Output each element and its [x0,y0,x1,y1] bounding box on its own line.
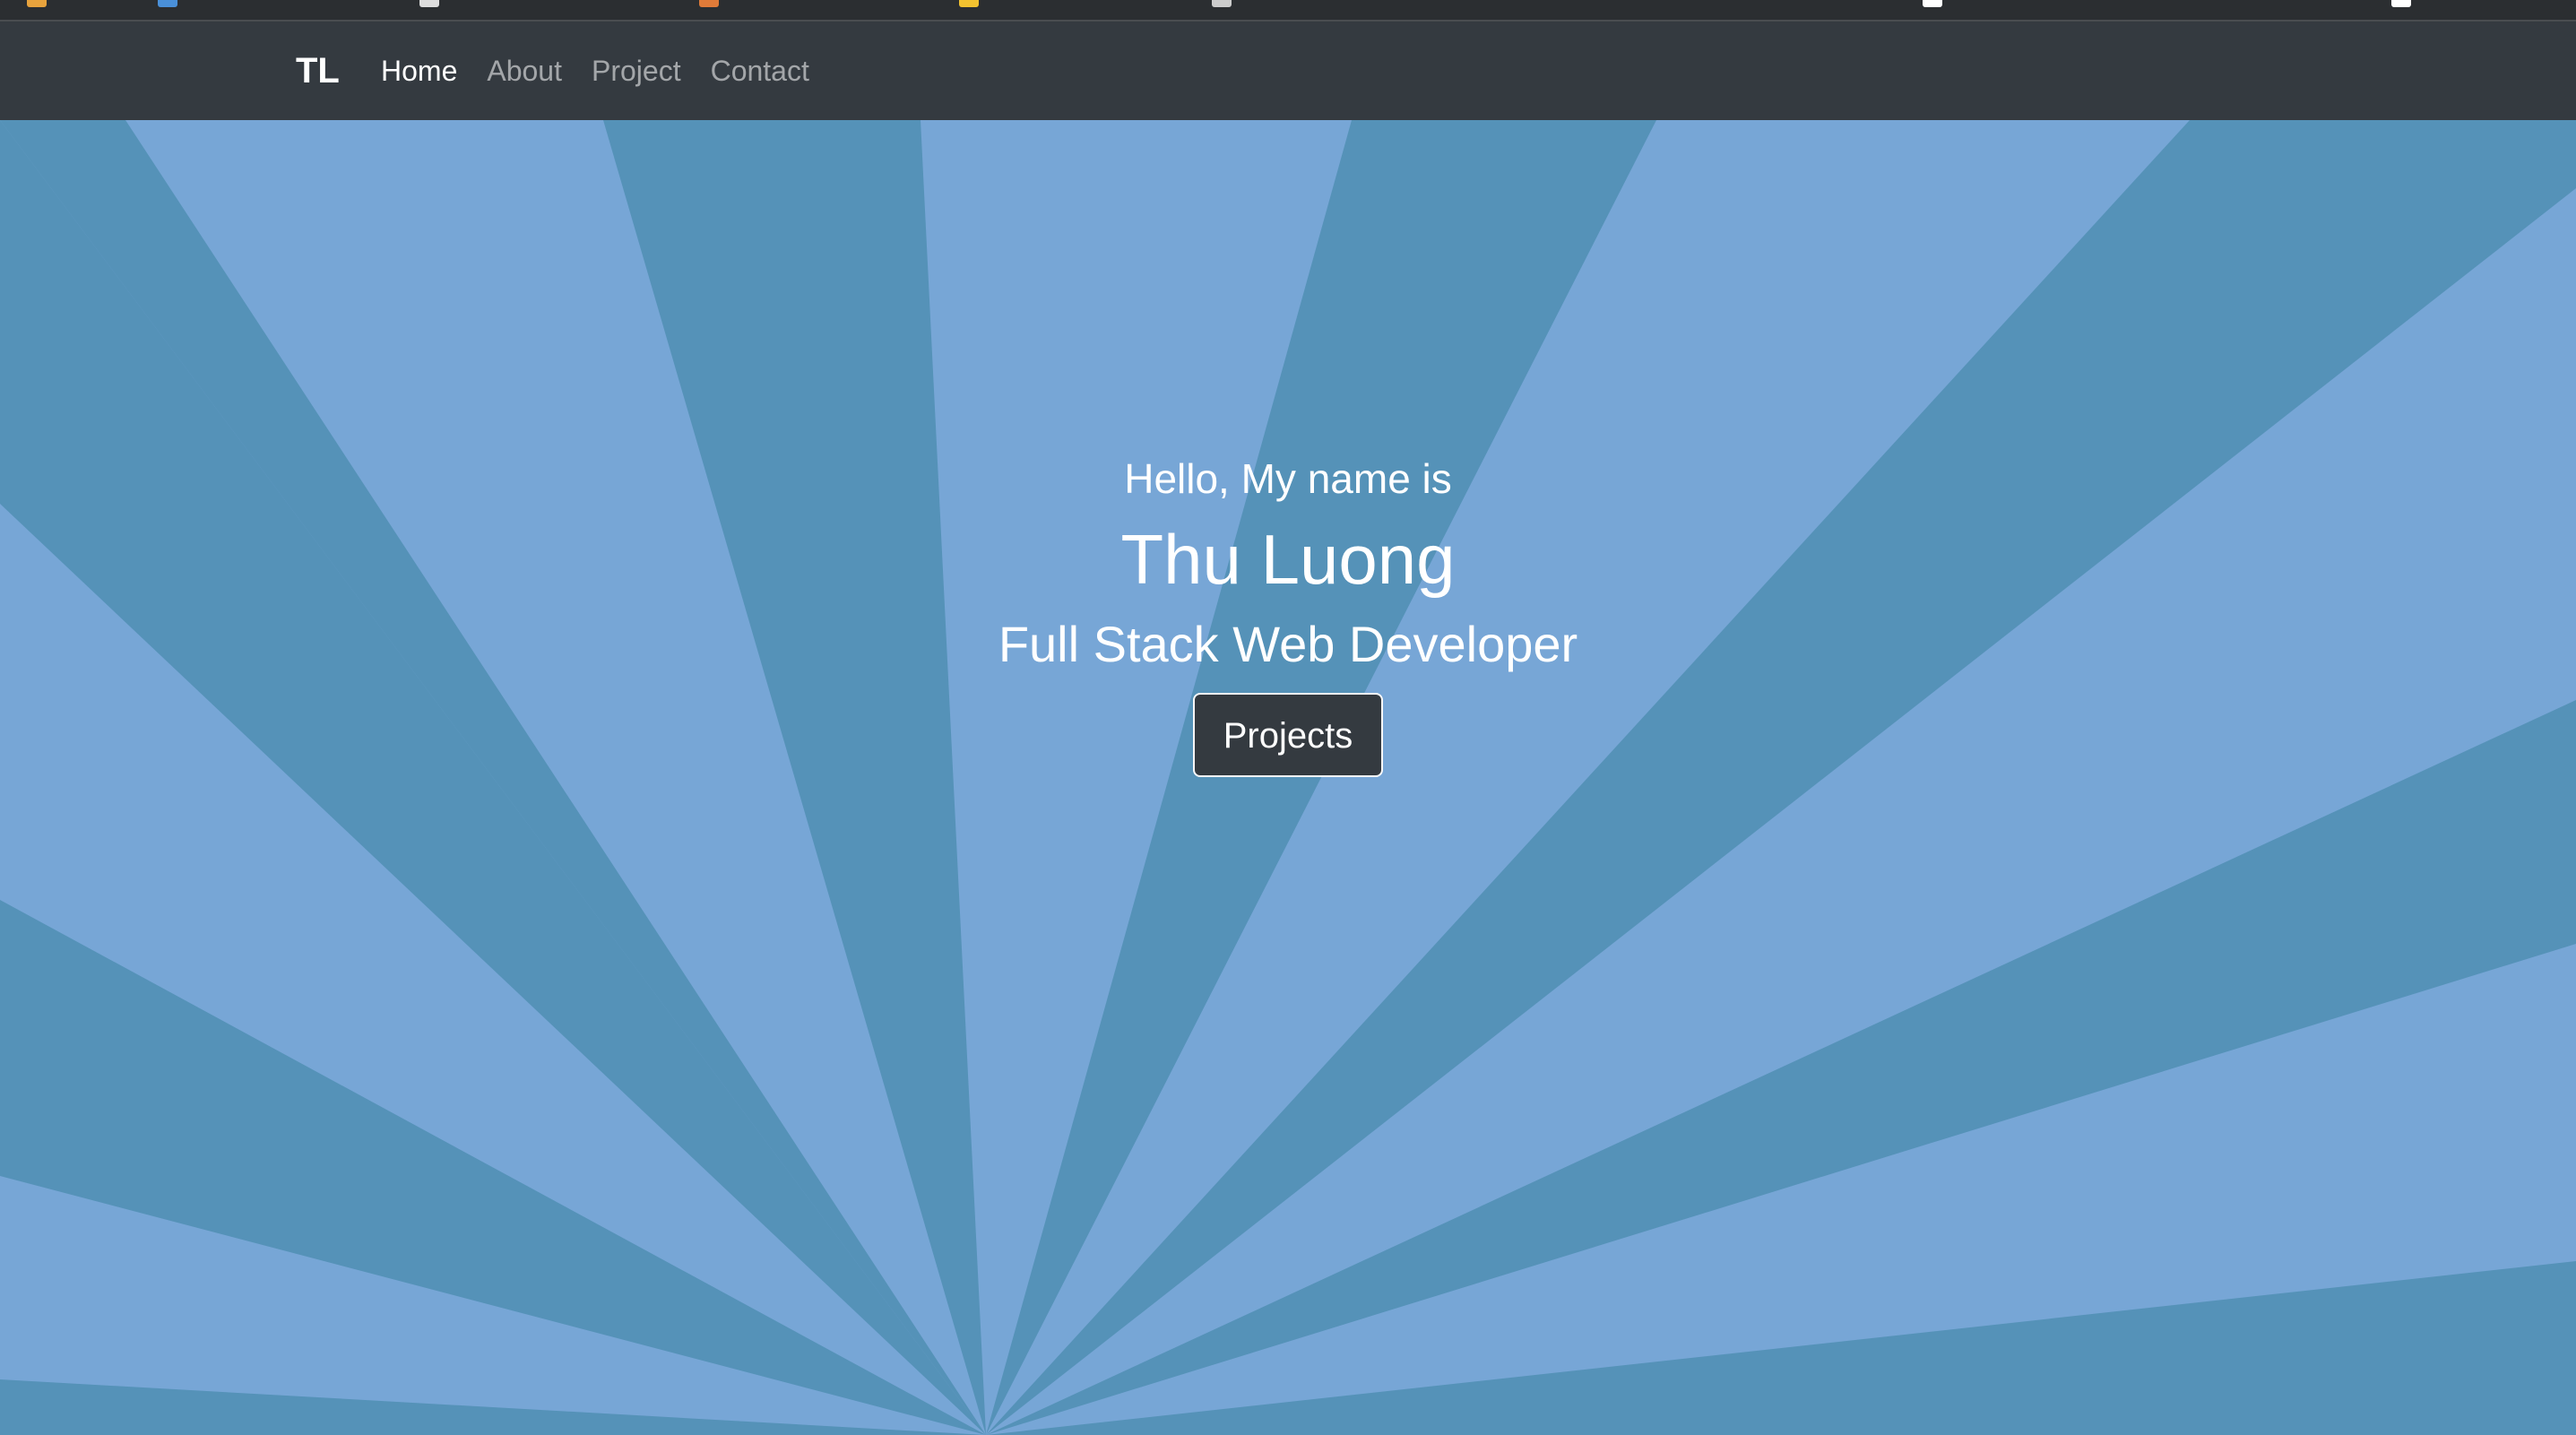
hero-name: Thu Luong [1120,520,1456,599]
hero-greeting: Hello, My name is [1124,455,1452,502]
hero-content: Hello, My name is Thu Luong Full Stack W… [0,447,2576,777]
nav-link-about[interactable]: About [487,55,562,88]
projects-button[interactable]: Projects [1192,693,1384,777]
nav-link-home[interactable]: Home [381,55,457,88]
nav-link-project[interactable]: Project [592,55,681,88]
bookmark-icon[interactable] [27,0,47,7]
bookmark-icon[interactable] [1212,0,1232,7]
page: TL Home About Project Contact Hello, My … [0,0,2576,1435]
brand-logo[interactable]: TL [296,22,340,120]
browser-bookmarks-bar [0,0,2576,22]
bookmark-icon[interactable] [419,0,439,7]
nav-link-contact[interactable]: Contact [711,55,809,88]
bookmark-icon[interactable] [2391,0,2411,7]
hero-section: Hello, My name is Thu Luong Full Stack W… [0,120,2576,1435]
sunburst-background [0,120,2576,1435]
hero-role: Full Stack Web Developer [998,616,1578,672]
bookmark-icon[interactable] [959,0,979,7]
nav-links: Home About Project Contact [381,22,839,120]
bookmark-icon[interactable] [158,0,177,7]
bookmark-icon[interactable] [699,0,719,7]
bookmark-icon[interactable] [1923,0,1942,7]
site-navbar: TL Home About Project Contact [0,22,2576,120]
